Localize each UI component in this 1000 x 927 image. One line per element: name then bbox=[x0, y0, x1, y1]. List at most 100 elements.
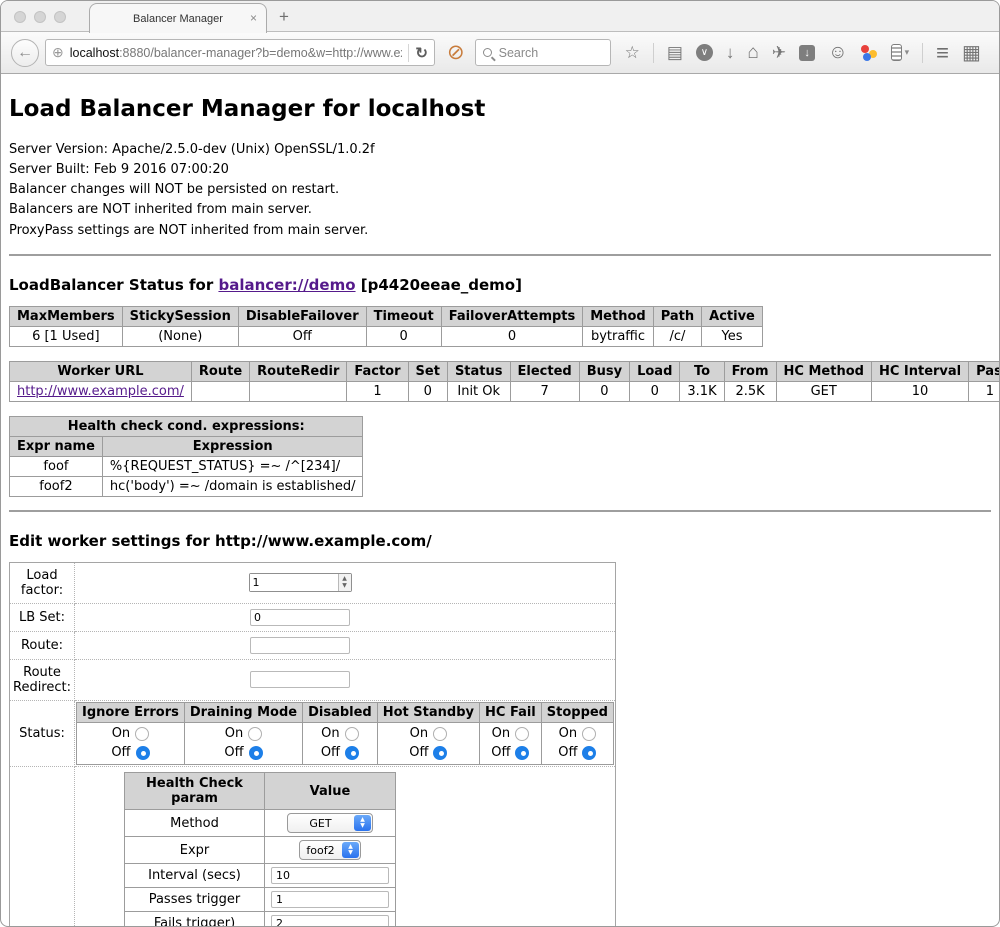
disabled-on-radio[interactable] bbox=[345, 727, 359, 741]
url-text[interactable]: localhost:8880/balancer-manager?b=demo&w… bbox=[70, 46, 403, 60]
passes-input[interactable] bbox=[271, 891, 389, 908]
expr-table-title: Health check cond. expressions: bbox=[10, 416, 363, 436]
zoom-window-button[interactable] bbox=[54, 11, 66, 23]
worker-status-table: Worker URL Route RouteRedir Factor Set S… bbox=[9, 361, 1000, 402]
hc-fail-off-radio[interactable] bbox=[515, 746, 529, 760]
cell-method: bytraffic bbox=[583, 326, 653, 346]
cell-set: 0 bbox=[408, 381, 447, 401]
cell-worker-url: http://www.example.com/ bbox=[10, 381, 192, 401]
new-tab-button[interactable]: + bbox=[279, 7, 289, 27]
route-redirect-input[interactable] bbox=[250, 671, 350, 688]
col-route: Route bbox=[191, 361, 249, 381]
save-to-device-icon[interactable]: ↓ bbox=[799, 45, 815, 61]
pocket-icon[interactable]: ∨ bbox=[696, 44, 713, 61]
method-select[interactable]: GET ▲▼ bbox=[287, 813, 373, 833]
cell-routeredir bbox=[250, 381, 347, 401]
hot-standby-on-radio[interactable] bbox=[433, 727, 447, 741]
downloads-icon[interactable]: ↓ bbox=[726, 44, 735, 61]
col-set: Set bbox=[408, 361, 447, 381]
col-routeredir: RouteRedir bbox=[250, 361, 347, 381]
page-title: Load Balancer Manager for localhost bbox=[9, 96, 991, 122]
off-label: Off bbox=[111, 744, 130, 763]
worker-url-link[interactable]: http://www.example.com/ bbox=[17, 384, 184, 399]
stopped-off-radio[interactable] bbox=[582, 746, 596, 760]
cell-hc-method: GET bbox=[776, 381, 871, 401]
col-from: From bbox=[724, 361, 776, 381]
colorful-extension-icon[interactable] bbox=[861, 44, 878, 61]
url-host: localhost bbox=[70, 46, 119, 60]
cell-hc-interval: 10 bbox=[871, 381, 968, 401]
stepper-arrows-icon[interactable]: ▲▼ bbox=[338, 574, 351, 591]
url-bar[interactable]: ⊕ localhost:8880/balancer-manager?b=demo… bbox=[45, 39, 435, 66]
hc-fail-on-radio[interactable] bbox=[515, 727, 529, 741]
stopped-radios: On Off bbox=[541, 722, 613, 765]
disabled-off-radio[interactable] bbox=[345, 746, 359, 760]
method-label: Method bbox=[125, 810, 265, 837]
balancer-demo-link[interactable]: balancer://demo bbox=[218, 276, 355, 294]
on-label: On bbox=[225, 725, 243, 744]
chat-smiley-icon[interactable]: ☺ bbox=[828, 43, 847, 62]
divider bbox=[9, 510, 991, 512]
close-window-button[interactable] bbox=[14, 11, 26, 23]
fails-input[interactable] bbox=[271, 915, 389, 927]
tab-balancer-manager[interactable]: Balancer Manager × bbox=[89, 3, 267, 33]
proxypass-warning-line: ProxyPass settings are NOT inherited fro… bbox=[9, 221, 991, 241]
draining-mode-on-radio[interactable] bbox=[248, 727, 262, 741]
method-cell: GET ▲▼ bbox=[265, 810, 396, 837]
col-expr-name: Expr name bbox=[10, 436, 103, 456]
heading-suffix: [p4420eeae_demo] bbox=[356, 276, 522, 294]
minimize-window-button[interactable] bbox=[34, 11, 46, 23]
hot-standby-off-radio[interactable] bbox=[433, 746, 447, 760]
send-icon[interactable]: ✈ bbox=[772, 44, 786, 61]
hot-standby-radios: On Off bbox=[377, 722, 479, 765]
tab-close-icon[interactable]: × bbox=[250, 11, 257, 25]
window-controls[interactable] bbox=[14, 11, 66, 23]
hamburger-menu-icon[interactable]: ≡ bbox=[936, 40, 949, 66]
ignore-errors-on-radio[interactable] bbox=[135, 727, 149, 741]
cell-busy: 0 bbox=[579, 381, 629, 401]
cell-failoverattempts: 0 bbox=[441, 326, 583, 346]
bookmark-star-icon[interactable]: ☆ bbox=[625, 44, 640, 61]
draining-mode-off-radio[interactable] bbox=[249, 746, 263, 760]
load-factor-input[interactable] bbox=[250, 574, 338, 591]
lb-set-cell bbox=[75, 603, 616, 631]
stopped-on-radio[interactable] bbox=[582, 727, 596, 741]
home-icon[interactable]: ⌂ bbox=[747, 43, 758, 62]
col-hc-interval: HC Interval bbox=[871, 361, 968, 381]
cell-expression: hc('body') =~ /domain is established/ bbox=[102, 476, 363, 496]
bookmarks-grid-icon[interactable]: ▦ bbox=[962, 43, 981, 63]
chevron-down-icon: ▾ bbox=[905, 47, 910, 58]
reload-icon[interactable]: ↻ bbox=[415, 44, 428, 62]
load-factor-cell: ▲▼ bbox=[75, 562, 616, 603]
interval-input[interactable] bbox=[271, 867, 389, 884]
reading-list-icon[interactable]: ▤ bbox=[667, 44, 683, 61]
col-elected: Elected bbox=[510, 361, 579, 381]
navigation-toolbar: ← ⊕ localhost:8880/balancer-manager?b=de… bbox=[1, 32, 999, 74]
server-version-line: Server Version: Apache/2.5.0-dev (Unix) … bbox=[9, 140, 991, 160]
col-busy: Busy bbox=[579, 361, 629, 381]
load-factor-stepper[interactable]: ▲▼ bbox=[249, 573, 352, 592]
route-input[interactable] bbox=[250, 637, 350, 654]
cell-stickysession: (None) bbox=[122, 326, 238, 346]
search-bar[interactable]: Search bbox=[475, 39, 611, 66]
col-stickysession: StickySession bbox=[122, 306, 238, 326]
off-label: Off bbox=[558, 744, 577, 763]
health-check-param-table: Health Check param Value Method GET ▲▼ bbox=[124, 772, 396, 927]
table-header-row: MaxMembers StickySession DisableFailover… bbox=[10, 306, 763, 326]
server-info: Server Version: Apache/2.5.0-dev (Unix) … bbox=[9, 140, 991, 241]
content-blocked-icon[interactable]: ⊘ bbox=[447, 40, 465, 65]
battery-extension-icon[interactable]: ▾ bbox=[891, 44, 910, 61]
col-passes: Passes bbox=[969, 361, 1000, 381]
route-redirect-label: Route Redirect: bbox=[10, 659, 75, 700]
ignore-errors-radios: On Off bbox=[77, 722, 185, 765]
status-radio-row: On Off On Off On Off bbox=[77, 722, 614, 765]
load-factor-label: Load factor: bbox=[10, 562, 75, 603]
col-status: Status bbox=[447, 361, 510, 381]
ignore-errors-off-radio[interactable] bbox=[136, 746, 150, 760]
back-button[interactable]: ← bbox=[11, 39, 39, 67]
lb-set-input[interactable] bbox=[250, 609, 350, 626]
col-active: Active bbox=[702, 306, 763, 326]
page-content: Load Balancer Manager for localhost Serv… bbox=[1, 74, 999, 927]
hc-row-method: Method GET ▲▼ bbox=[125, 810, 396, 837]
expr-select[interactable]: foof2 ▲▼ bbox=[299, 840, 361, 860]
